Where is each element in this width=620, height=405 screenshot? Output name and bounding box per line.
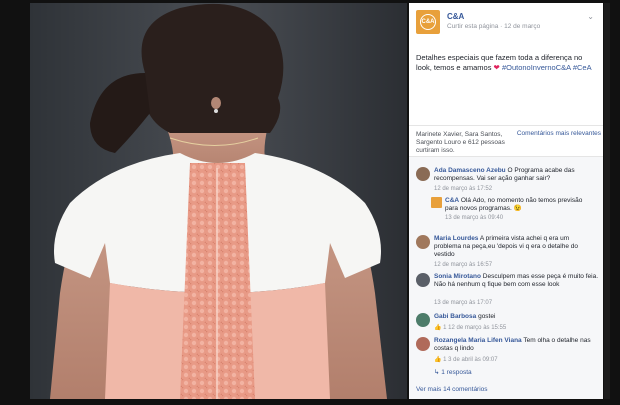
page-avatar[interactable]: C&A xyxy=(416,10,440,34)
reaction-count[interactable]: 1 xyxy=(443,357,446,363)
comment-date[interactable]: 13 de março às 17:07 xyxy=(434,300,492,306)
comment-author[interactable]: Sonia Mirotano xyxy=(434,273,481,280)
comment-date[interactable]: 13 de março às 09:40 xyxy=(445,215,503,221)
viewer-frame: C&A C&A Curtir esta página · 12 de março… xyxy=(0,0,620,405)
comment-author[interactable]: Gabi Barbosa xyxy=(434,313,476,320)
date-text[interactable]: 12 de março às 15:55 xyxy=(448,325,506,331)
comment-text: C&A Olá Ado, no momento não temos previs… xyxy=(445,197,591,213)
comment-date[interactable]: 12 de março às 16:57 xyxy=(434,262,492,268)
like-reaction-icon[interactable]: 👍 xyxy=(434,325,441,331)
avatar[interactable] xyxy=(416,167,430,181)
comment-text: Sonia Mirotano Desculpem mas esse peça é… xyxy=(434,273,598,289)
ca-logo-icon: C&A xyxy=(420,14,436,30)
comment-sort-dropdown[interactable]: Comentários mais relevantes xyxy=(506,130,601,137)
scrollbar[interactable] xyxy=(604,3,610,399)
comment-author[interactable]: Maria Lourdes xyxy=(434,235,478,242)
chevron-down-icon[interactable]: ⌄ xyxy=(587,12,594,21)
comments-section: Ada Damasceno Azebu O Programa acabe das… xyxy=(409,156,603,399)
page-name-link[interactable]: C&A xyxy=(447,12,464,21)
replies-count[interactable]: 1 resposta xyxy=(441,369,471,376)
divider xyxy=(409,125,603,126)
reply-arrow-icon: ↳ xyxy=(434,369,440,376)
comment-text: Gabi Barbosa gostei xyxy=(434,313,598,321)
hashtag-links[interactable]: #OutonoInvernoC&A #CeA xyxy=(502,63,592,72)
comment-date: 👍 1 3 de abril às 09:07 xyxy=(434,356,498,363)
comment-text: Rozangela Maria Lifen Viana Tem olha o d… xyxy=(434,337,598,353)
post-meta[interactable]: Curtir esta página · 12 de março xyxy=(447,23,540,30)
comment-author[interactable]: C&A xyxy=(445,197,459,204)
view-replies-link[interactable]: ↳ 1 resposta xyxy=(434,368,472,376)
post-panel: C&A C&A Curtir esta página · 12 de março… xyxy=(409,3,603,399)
comment-author[interactable]: Ada Damasceno Azebu xyxy=(434,167,506,174)
comment-author[interactable]: Rozangela Maria Lifen Viana xyxy=(434,337,522,344)
date-text[interactable]: 3 de abril às 09:07 xyxy=(448,357,497,363)
post-header: C&A C&A Curtir esta página · 12 de março… xyxy=(416,10,596,38)
comment-body: Olá Ado, no momento não temos previsão p… xyxy=(445,197,583,212)
comment-text: Maria Lourdes A primeira vista achei q e… xyxy=(434,235,598,259)
post-text: Detalhes especiais que fazem toda a dife… xyxy=(416,53,596,73)
reaction-count[interactable]: 1 xyxy=(443,325,446,331)
avatar[interactable] xyxy=(416,337,430,351)
avatar[interactable] xyxy=(416,313,430,327)
avatar[interactable] xyxy=(431,197,442,208)
woman-back-photo xyxy=(30,3,407,399)
more-comments-link[interactable]: Ver mais 14 comentários xyxy=(416,386,488,393)
avatar[interactable] xyxy=(416,235,430,249)
avatar[interactable] xyxy=(416,273,430,287)
post-photo[interactable] xyxy=(30,3,407,399)
comment-date[interactable]: 12 de março às 17:52 xyxy=(434,186,492,192)
like-reaction-icon[interactable]: 👍 xyxy=(434,357,441,363)
heart-icon: ❤ xyxy=(493,63,500,72)
comment-body: gostei xyxy=(478,313,496,320)
comment-date: 👍 1 12 de março às 15:55 xyxy=(434,324,506,331)
comment-text: Ada Damasceno Azebu O Programa acabe das… xyxy=(434,167,598,183)
